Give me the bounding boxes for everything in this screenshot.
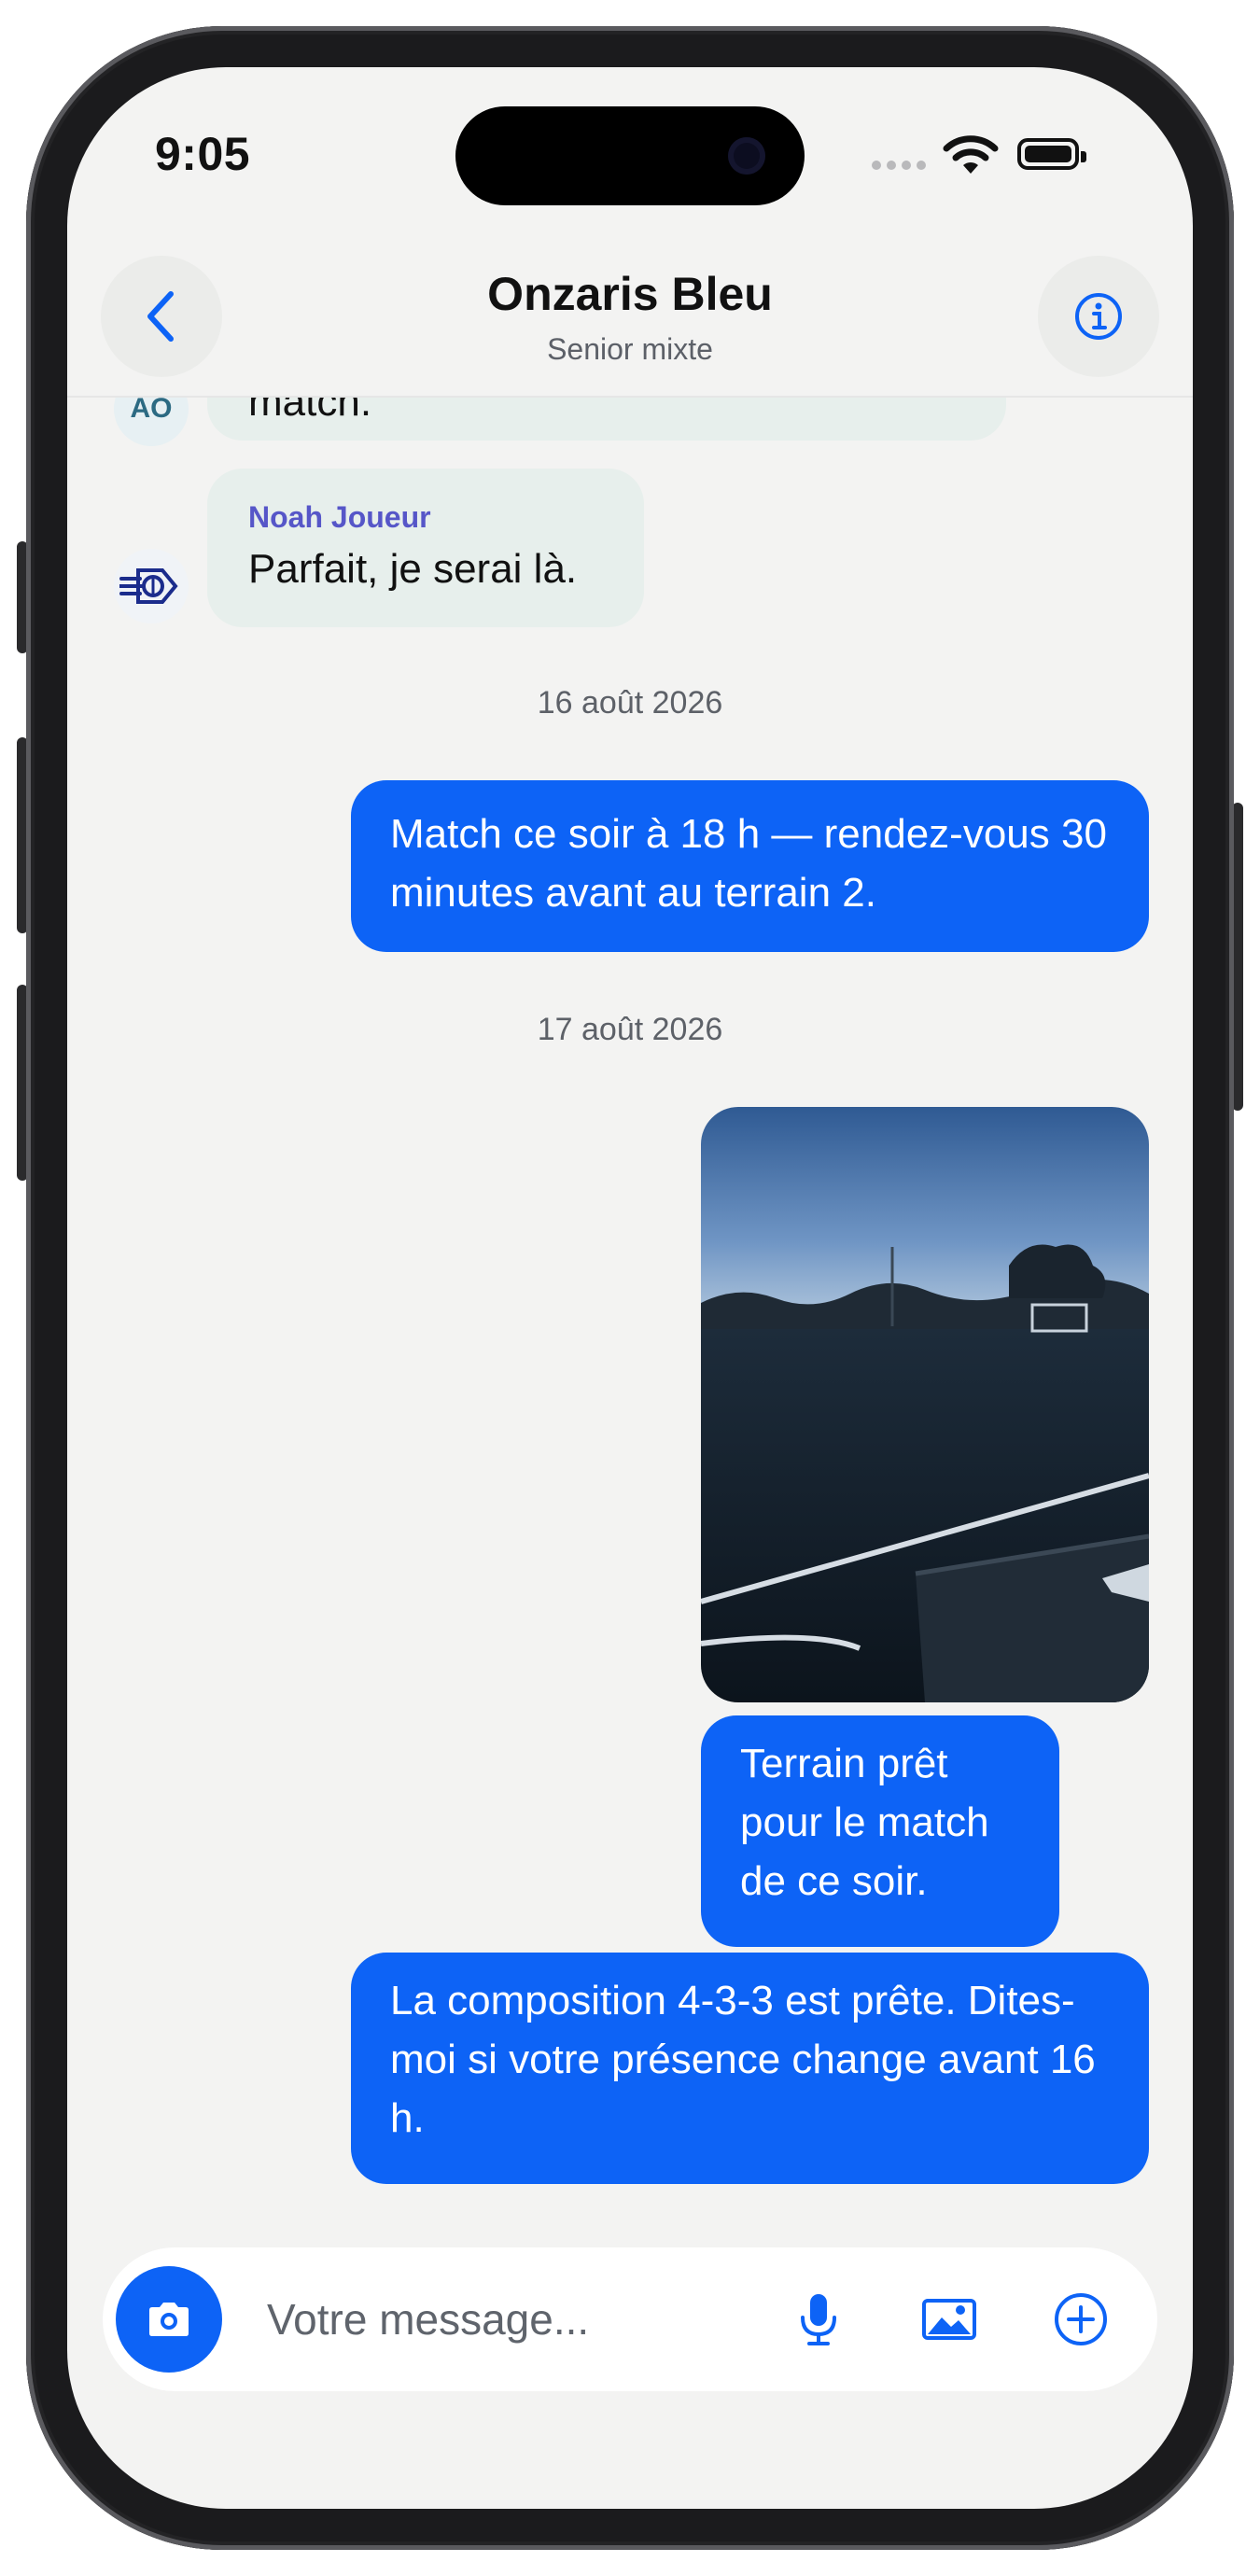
microphone-button[interactable]	[786, 2287, 851, 2352]
microphone-icon	[801, 2294, 836, 2345]
field-photo	[701, 1107, 1149, 1702]
outgoing-message-bubble[interactable]: La composition 4-3-3 est prête. Dites-mo…	[351, 1953, 1149, 2184]
image-icon	[922, 2299, 976, 2340]
camera-icon	[149, 2303, 189, 2336]
team-logo-icon	[119, 568, 178, 604]
info-icon	[1075, 293, 1122, 340]
plus-circle-icon	[1055, 2293, 1107, 2345]
add-attachment-button[interactable]	[1048, 2287, 1113, 2352]
date-separator: 17 août 2026	[537, 1012, 723, 1047]
home-indicator-area	[67, 2427, 1193, 2501]
chat-subtitle: Senior mixte	[547, 332, 713, 366]
message-input[interactable]: Votre message...	[267, 2294, 589, 2345]
gallery-button[interactable]	[917, 2287, 982, 2352]
outgoing-message-bubble[interactable]: Terrain prêt pour le match de ce soir.	[701, 1715, 1059, 1947]
outgoing-message-bubble[interactable]: Match ce soir à 18 h — rendez-vous 30 mi…	[351, 780, 1149, 952]
message-text: Terrain prêt pour le match de ce soir.	[740, 1741, 989, 1904]
camera-button[interactable]	[116, 2266, 222, 2373]
info-button[interactable]	[1038, 256, 1159, 377]
message-text: Match ce soir à 18 h — rendez-vous 30 mi…	[390, 811, 1107, 916]
date-separator: 16 août 2026	[537, 685, 723, 721]
chat-title: Onzaris Bleu	[487, 268, 773, 320]
chat-header: Onzaris Bleu Senior mixte	[67, 239, 1193, 398]
avatar	[114, 549, 189, 623]
incoming-message-bubble[interactable]: Noah Joueur Parfait, je serai là.	[207, 469, 644, 627]
sender-name: Noah Joueur	[248, 500, 431, 534]
photo-attachment[interactable]	[701, 1107, 1149, 1702]
message-text: Parfait, je serai là.	[248, 546, 578, 592]
message-text: La composition 4-3-3 est prête. Dites-mo…	[390, 1978, 1096, 2141]
message-composer: Votre message...	[103, 2247, 1157, 2391]
